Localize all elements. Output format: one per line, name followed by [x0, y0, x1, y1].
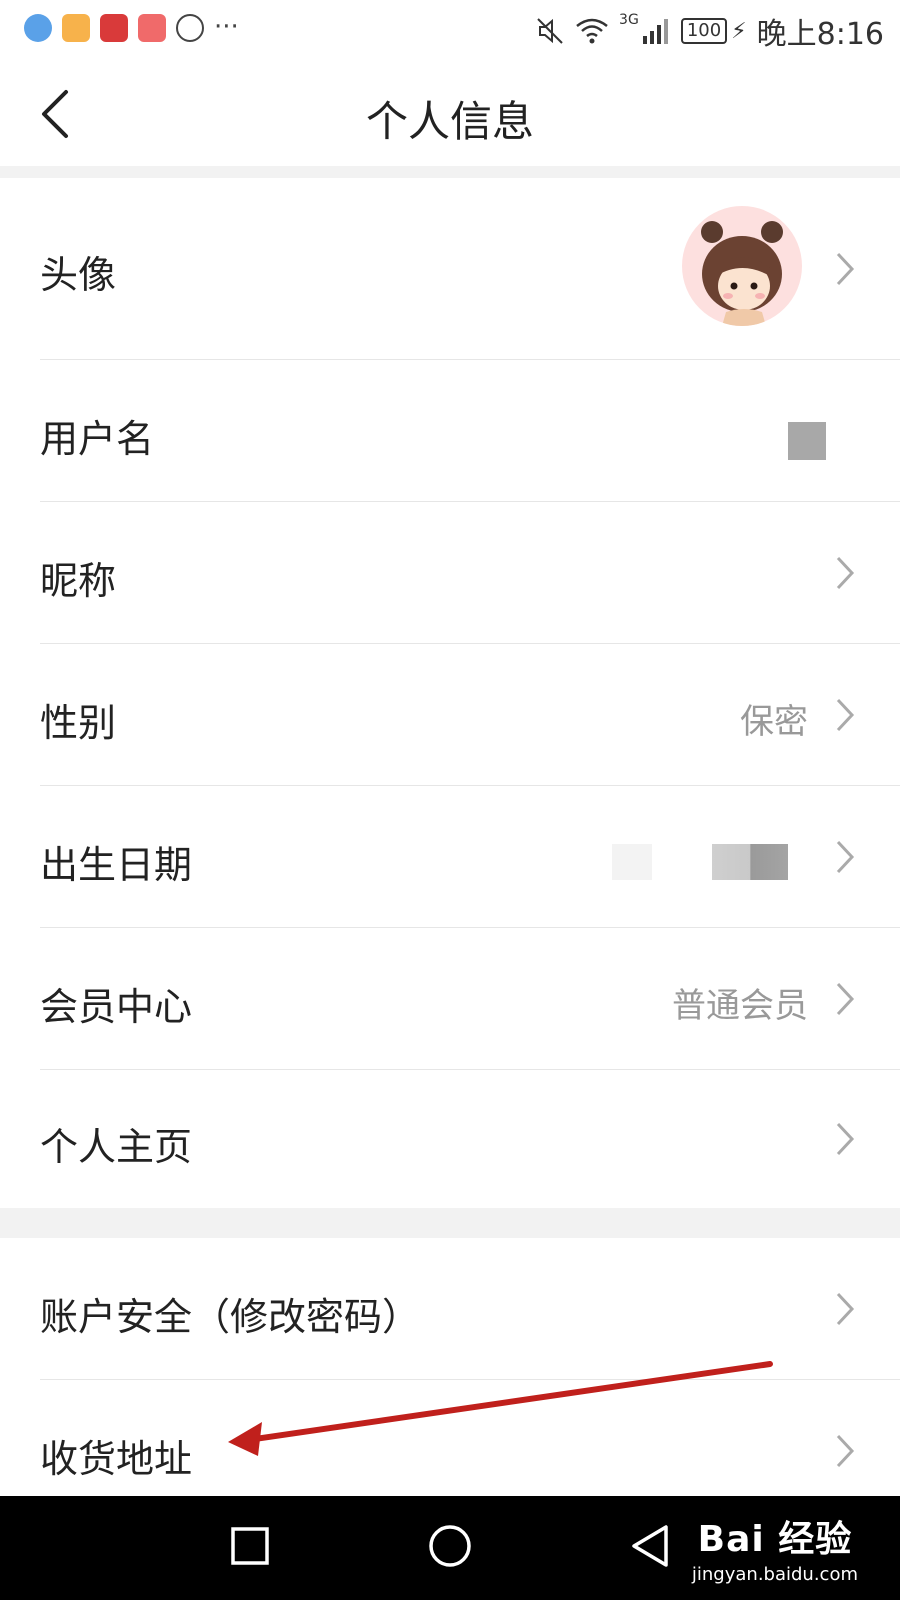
more-notifications-icon: ··· — [214, 12, 239, 42]
triangle-back-icon[interactable] — [630, 1524, 670, 1568]
row-member-center[interactable]: 会员中心 普通会员 — [0, 928, 900, 1070]
chevron-right-icon — [836, 982, 855, 1016]
chevron-right-icon — [836, 252, 855, 286]
chevron-right-icon — [836, 1122, 855, 1156]
watermark-url: jingyan.baidu.com — [691, 1564, 858, 1585]
row-label: 收货地址 — [40, 1437, 193, 1481]
row-nickname[interactable]: 昵称 — [0, 502, 900, 644]
row-avatar[interactable]: 头像 — [0, 178, 900, 360]
chevron-right-icon — [836, 1292, 855, 1326]
system-nav-bar: Bai 经验 jingyan.baidu.com — [0, 1496, 900, 1600]
row-username: 用户名 — [0, 360, 900, 502]
chevron-right-icon — [836, 698, 855, 732]
status-bar: ··· 3G 100 ⚡ 晚上8:16 — [0, 0, 900, 62]
red-app-icon — [100, 14, 128, 42]
avatar[interactable] — [682, 206, 802, 326]
chevron-right-icon — [836, 840, 855, 874]
row-label: 头像 — [40, 253, 117, 297]
card-app-icon — [138, 14, 166, 42]
mute-icon — [537, 18, 563, 44]
avatar-image — [701, 221, 783, 326]
header: 个人信息 — [0, 62, 900, 166]
chevron-right-icon — [836, 556, 855, 590]
network-type: 3G — [619, 12, 639, 28]
section-separator — [0, 1208, 900, 1238]
row-label: 账户安全（修改密码） — [40, 1295, 421, 1339]
redacted-username — [788, 422, 826, 460]
status-right: 3G 100 ⚡ 晚上8:16 — [535, 12, 884, 52]
page-title: 个人信息 — [365, 97, 534, 146]
chevron-right-icon — [836, 1434, 855, 1468]
row-label: 出生日期 — [40, 843, 193, 887]
row-gender[interactable]: 性别 保密 — [0, 644, 900, 786]
row-shipping-address[interactable]: 收货地址 — [0, 1380, 900, 1496]
row-label: 昵称 — [40, 559, 117, 603]
row-label: 用户名 — [40, 417, 155, 461]
charging-icon: ⚡ — [731, 18, 747, 44]
row-account-security[interactable]: 账户安全（修改密码） — [0, 1238, 900, 1380]
baidu-watermark: Bai 经验 jingyan.baidu.com — [692, 1510, 858, 1585]
square-icon[interactable] — [230, 1526, 270, 1566]
signal-icon — [642, 19, 668, 44]
row-label: 性别 — [40, 701, 117, 745]
orange-app-icon — [62, 14, 90, 42]
row-homepage[interactable]: 个人主页 — [0, 1070, 900, 1208]
watermark-brand: Bai 经验 — [697, 1519, 853, 1560]
separator — [0, 166, 900, 178]
row-birthday[interactable]: 出生日期 — [0, 786, 900, 928]
redacted-birthday — [712, 844, 788, 880]
circle-icon[interactable] — [428, 1524, 472, 1568]
row-value: 普通会员 — [672, 986, 808, 1026]
row-label: 会员中心 — [40, 985, 193, 1029]
battery-icon: 100 — [680, 18, 728, 44]
status-time: 晚上8:16 — [756, 17, 884, 52]
row-label: 个人主页 — [40, 1125, 193, 1169]
row-value: 保密 — [740, 702, 808, 742]
redacted-birthday-faint — [612, 844, 652, 880]
hand-app-icon — [176, 14, 204, 42]
wifi-icon — [576, 18, 608, 44]
globe-app-icon — [24, 14, 52, 42]
